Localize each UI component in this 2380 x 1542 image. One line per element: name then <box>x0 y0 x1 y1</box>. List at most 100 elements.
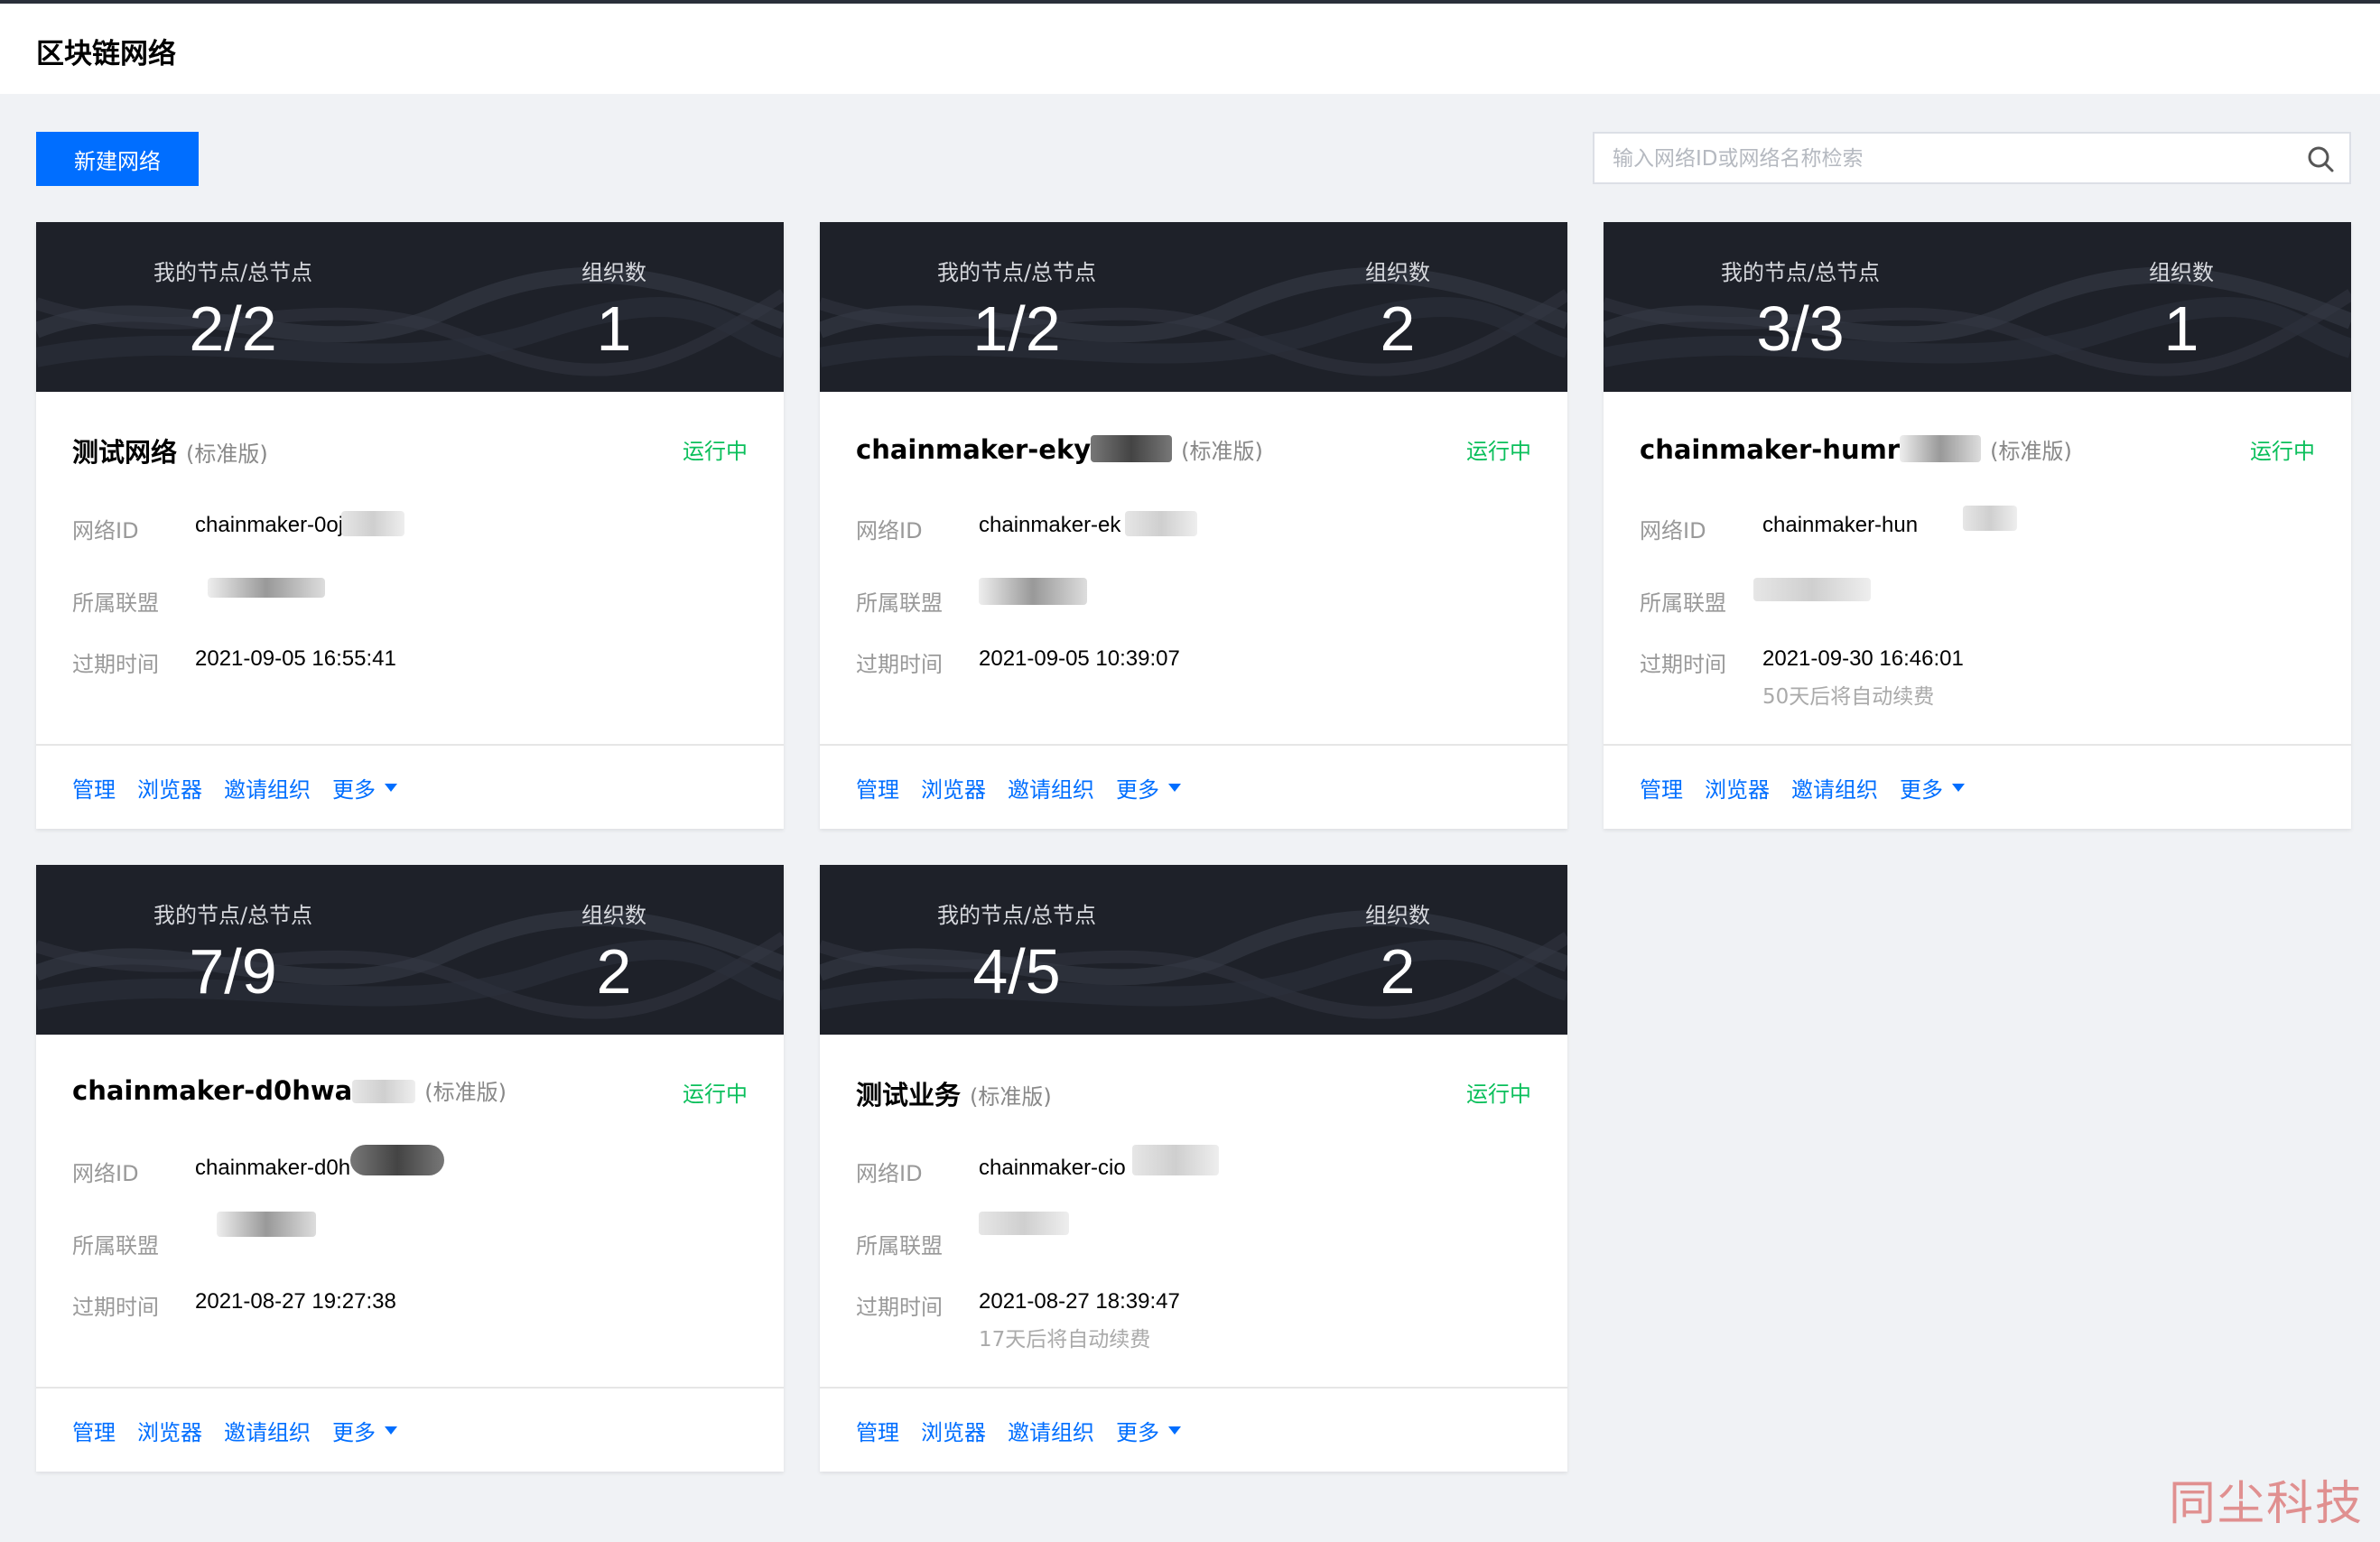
card-actions: 管理 浏览器 邀请组织 更多 <box>1640 771 1965 804</box>
redacted-block <box>1963 506 2017 531</box>
browser-link[interactable]: 浏览器 <box>1705 772 1770 804</box>
card-divider <box>36 744 784 746</box>
nodes-value: 1/2 <box>972 293 1061 364</box>
caret-down-icon <box>1952 783 1965 792</box>
network-id-value: chainmaker-hun <box>1762 513 1919 537</box>
browser-link[interactable]: 浏览器 <box>137 1415 202 1446</box>
redacted-block <box>979 1212 1069 1235</box>
network-id-value: chainmaker-cio <box>979 1156 1126 1180</box>
status-badge: 运行中 <box>1466 1082 1531 1107</box>
watermark: 同尘科技 <box>2168 1477 2364 1531</box>
network-id-value: chainmaker-ek <box>979 513 1121 537</box>
search-input[interactable] <box>1594 134 2301 184</box>
orgs-value: 1 <box>2163 293 2199 364</box>
redacted-block <box>979 578 1087 605</box>
caret-down-icon <box>1168 783 1181 792</box>
more-dropdown[interactable]: 更多 <box>332 772 397 804</box>
card-banner: 我的节点/总节点 组织数 1/2 2 <box>820 222 1567 392</box>
orgs-label: 组织数 <box>1365 903 1430 928</box>
card-divider <box>820 744 1567 746</box>
network-id-label: 网络ID <box>856 518 923 543</box>
manage-link[interactable]: 管理 <box>1640 772 1683 804</box>
invite-org-link[interactable]: 邀请组织 <box>1008 772 1094 804</box>
nodes-value: 4/5 <box>972 936 1061 1007</box>
network-name[interactable]: chainmaker-eky <box>856 434 1091 465</box>
page-header: 区块链网络 <box>0 4 2380 94</box>
expiry-label: 过期时间 <box>72 652 159 677</box>
alliance-label: 所属联盟 <box>72 590 159 616</box>
manage-link[interactable]: 管理 <box>72 1415 116 1446</box>
invite-org-link[interactable]: 邀请组织 <box>1008 1415 1094 1446</box>
caret-down-icon <box>1168 1426 1181 1435</box>
network-name[interactable]: 测试业务 <box>856 1074 961 1112</box>
network-edition: (标准版) <box>1990 439 2072 464</box>
status-badge: 运行中 <box>683 1082 748 1107</box>
more-dropdown[interactable]: 更多 <box>1116 772 1181 804</box>
more-dropdown[interactable]: 更多 <box>1900 772 1965 804</box>
new-network-button[interactable]: 新建网络 <box>36 132 199 186</box>
more-dropdown[interactable]: 更多 <box>332 1415 397 1446</box>
network-name[interactable]: chainmaker-humr <box>1640 434 1900 465</box>
network-edition: (标准版) <box>970 1084 1052 1110</box>
alliance-label: 所属联盟 <box>856 590 943 616</box>
network-edition: (标准版) <box>186 441 268 467</box>
expiry-label: 过期时间 <box>1640 652 1726 677</box>
redacted-block <box>208 578 325 598</box>
card-actions: 管理 浏览器 邀请组织 更多 <box>72 1414 397 1446</box>
manage-link[interactable]: 管理 <box>72 772 116 804</box>
auto-renew-note: 50天后将自动续费 <box>1762 685 1935 709</box>
redacted-block <box>341 511 404 536</box>
network-id-label: 网络ID <box>1640 518 1706 543</box>
browser-link[interactable]: 浏览器 <box>921 772 986 804</box>
manage-link[interactable]: 管理 <box>856 772 899 804</box>
caret-down-icon <box>385 783 397 792</box>
network-name[interactable]: 测试网络 <box>72 432 177 469</box>
network-card: 我的节点/总节点 组织数 2/2 1 测试网络 (标准版) 运行中 网络ID c… <box>36 222 784 829</box>
invite-org-link[interactable]: 邀请组织 <box>1791 772 1878 804</box>
status-badge: 运行中 <box>683 439 748 464</box>
more-label: 更多 <box>1116 1419 1159 1445</box>
expiry-label: 过期时间 <box>856 652 943 677</box>
orgs-value: 2 <box>1380 293 1416 364</box>
card-banner: 我的节点/总节点 组织数 7/9 2 <box>36 865 784 1035</box>
expiry-label: 过期时间 <box>856 1295 943 1320</box>
expiry-label: 过期时间 <box>72 1295 159 1320</box>
redacted-block <box>352 1080 416 1103</box>
network-id-label: 网络ID <box>856 1161 923 1186</box>
browser-link[interactable]: 浏览器 <box>921 1415 986 1446</box>
network-name-row: chainmaker-humr (标准版) <box>1640 432 2326 468</box>
alliance-label: 所属联盟 <box>72 1233 159 1259</box>
redacted-block <box>217 1212 316 1237</box>
search-icon[interactable] <box>2306 144 2335 173</box>
card-divider <box>36 1387 784 1389</box>
redacted-block <box>1125 511 1197 536</box>
search-box <box>1593 132 2351 184</box>
invite-org-link[interactable]: 邀请组织 <box>224 1415 311 1446</box>
expiry-value: 2021-09-30 16:46:01 <box>1762 646 1964 671</box>
orgs-label: 组织数 <box>581 260 646 285</box>
more-label: 更多 <box>1900 776 1943 803</box>
orgs-value: 2 <box>596 936 632 1007</box>
card-actions: 管理 浏览器 邀请组织 更多 <box>856 771 1181 804</box>
nodes-label: 我的节点/总节点 <box>1720 260 1881 285</box>
nodes-value: 7/9 <box>189 936 277 1007</box>
nodes-value: 2/2 <box>189 293 277 364</box>
redacted-block <box>1753 578 1871 601</box>
card-divider <box>820 1387 1567 1389</box>
network-id-value: chainmaker-0oj <box>195 513 344 537</box>
network-name[interactable]: chainmaker-d0hwa <box>72 1075 352 1106</box>
expiry-value: 2021-09-05 10:39:07 <box>979 646 1180 671</box>
network-name-row: chainmaker-eky (标准版) <box>856 432 1542 468</box>
network-id-label: 网络ID <box>72 518 139 543</box>
orgs-value: 2 <box>1380 936 1416 1007</box>
more-dropdown[interactable]: 更多 <box>1116 1415 1181 1446</box>
card-banner: 我的节点/总节点 组织数 2/2 1 <box>36 222 784 392</box>
redacted-block <box>1091 435 1173 462</box>
status-badge: 运行中 <box>2250 439 2315 464</box>
redacted-block <box>350 1145 444 1175</box>
card-banner: 我的节点/总节点 组织数 3/3 1 <box>1604 222 2351 392</box>
browser-link[interactable]: 浏览器 <box>137 772 202 804</box>
network-card: 我的节点/总节点 组织数 7/9 2 chainmaker-d0hwa (标准版… <box>36 865 784 1472</box>
manage-link[interactable]: 管理 <box>856 1415 899 1446</box>
invite-org-link[interactable]: 邀请组织 <box>224 772 311 804</box>
